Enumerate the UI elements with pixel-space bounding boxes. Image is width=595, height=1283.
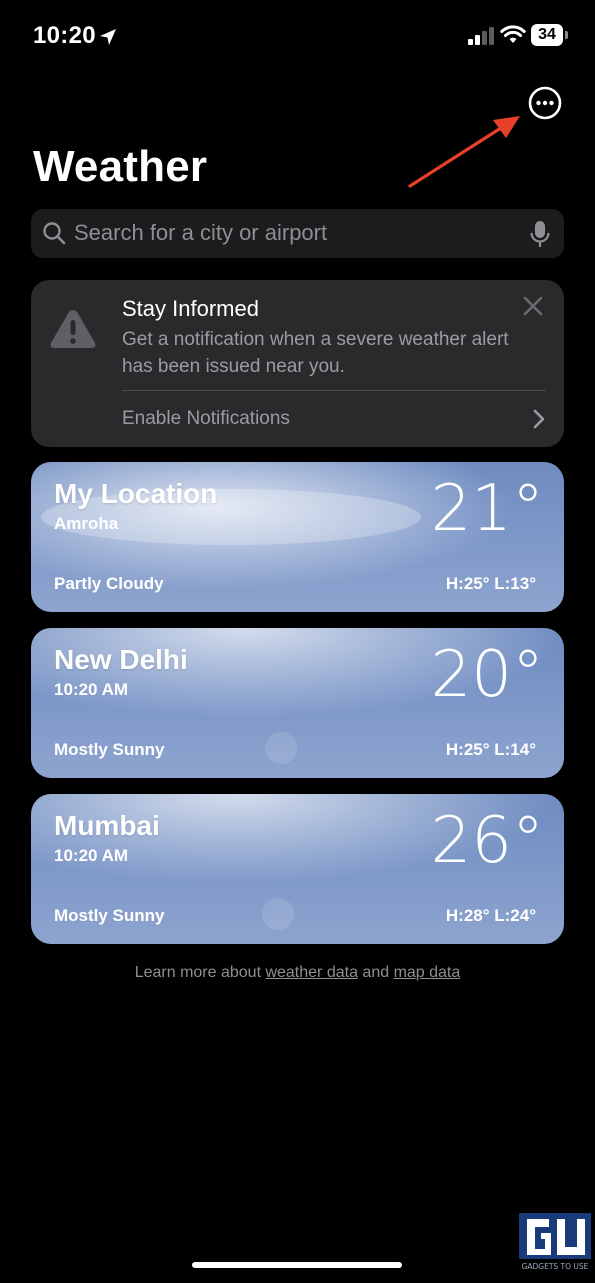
alert-title: Stay Informed [122,296,259,321]
more-options-button[interactable] [528,86,562,120]
map-data-link[interactable]: map data [394,964,461,981]
annotation-arrow-icon [408,116,520,188]
stay-informed-card: Stay Informed Get a notification when a … [31,280,564,447]
cellular-signal-icon [468,27,494,45]
location-name: Mumbai [54,810,160,841]
status-time: 10:20 [33,22,96,49]
battery-level: 34 [531,24,563,46]
location-high-low: H:25° L:13° [445,574,536,593]
chevron-right-icon [533,409,545,429]
home-indicator[interactable] [192,1262,402,1268]
location-temperature: 26° [430,804,544,878]
enable-notifications-label: Enable Notifications [122,408,290,429]
location-condition: Partly Cloudy [54,574,164,593]
search-icon [43,222,66,245]
location-temperature: 21° [430,472,544,546]
location-card[interactable]: Mumbai 10:20 AM 26° Mostly Sunny H:28° L… [31,794,564,944]
enable-notifications-row[interactable]: Enable Notifications [122,392,552,444]
location-condition: Mostly Sunny [54,740,165,759]
close-icon[interactable] [522,295,544,317]
location-card[interactable]: New Delhi 10:20 AM 20° Mostly Sunny H:25… [31,628,564,778]
wifi-icon [500,25,526,43]
search-input[interactable] [74,220,514,246]
location-subtitle: Amroha [54,514,119,533]
location-high-low: H:25° L:14° [445,740,536,759]
footer-middle: and [357,964,394,981]
divider [122,390,546,391]
watermark-logo: GADGETS TO USE [519,1213,591,1271]
status-bar: 10:20 34 [0,0,595,76]
watermark-text: GADGETS TO USE [522,1262,589,1271]
location-subtitle: 10:20 AM [54,846,129,865]
location-subtitle: 10:20 AM [54,680,129,699]
location-name: New Delhi [54,644,188,675]
alert-body: Get a notification when a severe weather… [122,329,509,377]
location-card[interactable]: My Location Amroha 21° Partly Cloudy H:2… [31,462,564,612]
warning-icon [50,310,96,348]
microphone-icon[interactable] [528,220,552,248]
location-condition: Mostly Sunny [54,906,165,925]
location-high-low: H:28° L:24° [445,906,536,925]
battery-indicator: 34 [531,24,569,46]
location-name: My Location [54,478,218,509]
data-sources-note: Learn more about weather data and map da… [0,964,595,982]
location-temperature: 20° [430,638,544,712]
footer-prefix: Learn more about [134,964,266,981]
battery-tip [565,31,568,39]
weather-data-link[interactable]: weather data [265,964,358,981]
location-arrow-icon [100,29,116,45]
search-bar[interactable] [31,209,564,258]
page-title: Weather [33,142,208,191]
